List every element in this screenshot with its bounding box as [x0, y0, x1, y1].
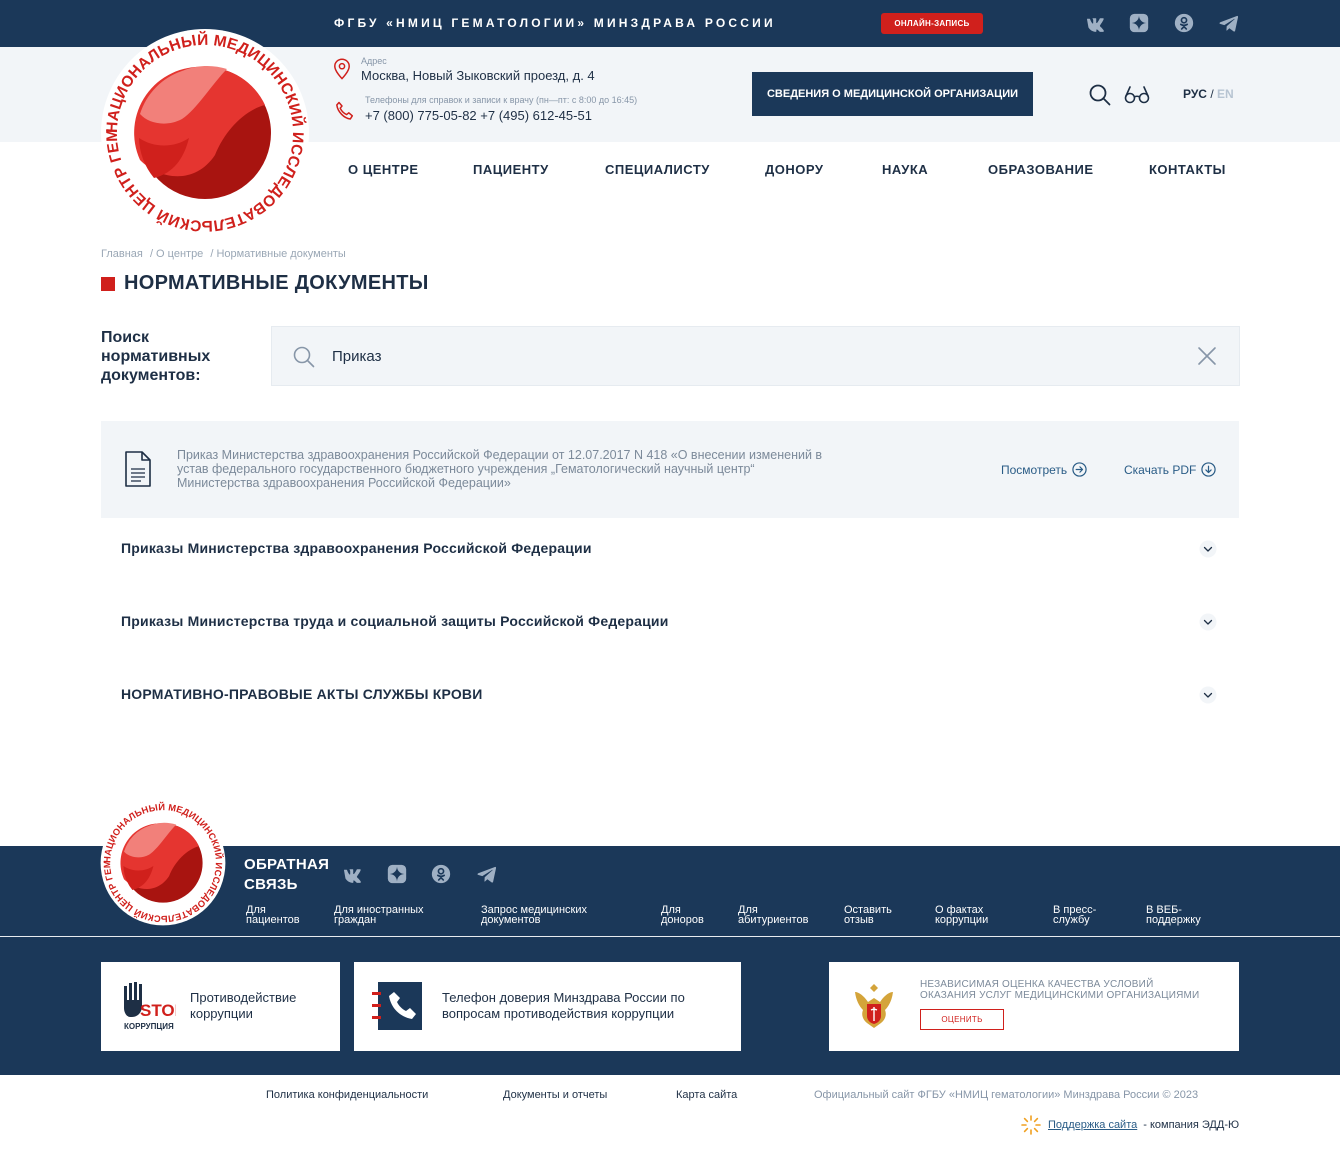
- sitemap-link[interactable]: Карта сайта: [676, 1089, 737, 1101]
- rate-button[interactable]: ОЦЕНИТЬ: [920, 1009, 1004, 1030]
- feedback-title: ОБРАТНАЯ СВЯЗЬ: [244, 855, 329, 895]
- org-name: ФГБУ «НМИЦ ГЕМАТОЛОГИИ» МИНЗДРАВА РОССИИ: [334, 16, 776, 30]
- odnoklassniki-icon[interactable]: [1173, 12, 1195, 34]
- vk-icon[interactable]: [341, 863, 363, 885]
- download-pdf-link[interactable]: Скачать PDF: [1124, 462, 1217, 477]
- download-label: Скачать PDF: [1124, 462, 1197, 477]
- chevron-down-icon: [1199, 613, 1217, 631]
- quality-rating-card: НЕЗАВИСИМАЯ ОЦЕНКА КАЧЕСТВА УСЛОВИЙ ОКАЗА…: [829, 962, 1239, 1051]
- accordion-label: Приказы Министерства труда и социальной …: [121, 613, 669, 629]
- dzen-icon[interactable]: [386, 863, 408, 885]
- hotline-card[interactable]: Телефон доверия Минздрава России по вопро…: [354, 962, 741, 1051]
- language-switcher: РУС / EN: [1183, 87, 1234, 101]
- nav-patient[interactable]: ПАЦИЕНТУ: [473, 162, 549, 177]
- footer-link-web-support[interactable]: В ВЕБ-поддержку: [1146, 905, 1201, 926]
- view-label: Посмотреть: [1001, 462, 1068, 477]
- title-marker: [101, 277, 115, 291]
- lang-en[interactable]: EN: [1217, 87, 1234, 101]
- privacy-policy-link[interactable]: Политика конфиденциальности: [266, 1089, 428, 1101]
- coat-of-arms-icon: [855, 984, 893, 1028]
- accordion-label: Приказы Министерства здравоохранения Рос…: [121, 540, 592, 556]
- chevron-down-icon: [1199, 540, 1217, 558]
- chevron-down-icon: [1199, 686, 1217, 704]
- footer-link-feedback[interactable]: Оставить отзыв: [844, 905, 892, 926]
- documents-reports-link[interactable]: Документы и отчеты: [503, 1089, 607, 1101]
- glasses-icon[interactable]: [1124, 85, 1150, 105]
- location-icon: [334, 58, 350, 80]
- site-logo[interactable]: НАЦИОНАЛЬНЫЙ МЕДИЦИНСКИЙ ИССЛЕДОВАТЕЛЬСК…: [100, 28, 310, 238]
- stop-logo-word: STOP: [140, 1001, 176, 1020]
- hotline-card-text: Телефон доверия Минздрава России по вопро…: [442, 990, 685, 1021]
- stop-logo-caption: КОРРУПЦИЯ: [124, 1022, 174, 1031]
- site-support-link[interactable]: Поддержка сайта: [1048, 1119, 1137, 1131]
- footer-link-corruption[interactable]: О фактах коррупции: [935, 905, 988, 926]
- arrow-down-circle-icon: [1201, 462, 1217, 477]
- feedback-title-line-2: СВЯЗЬ: [244, 876, 298, 893]
- document-result: Приказ Министерства здравоохранения Росс…: [101, 421, 1239, 518]
- search-input[interactable]: Приказ: [271, 326, 1240, 386]
- odnoklassniki-icon[interactable]: [430, 863, 452, 885]
- footer-link-foreigners[interactable]: Для иностранных граждан: [334, 905, 424, 926]
- breadcrumb-about[interactable]: / О центре: [150, 248, 203, 260]
- address-value: Москва, Новый Зыковский проезд, д. 4: [361, 68, 595, 83]
- accordion-blood-service-acts[interactable]: НОРМАТИВНО-ПРАВОВЫЕ АКТЫ СЛУЖБЫ КРОВИ: [101, 664, 1239, 737]
- search-input-value: Приказ: [332, 348, 382, 365]
- phone-label: Телефоны для справок и записи к врачу (п…: [365, 95, 638, 105]
- footer-link-press[interactable]: В пресс-службу: [1053, 905, 1096, 926]
- phone-value[interactable]: +7 (800) 775-05-82 +7 (495) 612-45-51: [365, 108, 592, 123]
- document-title[interactable]: Приказ Министерства здравоохранения Росс…: [177, 448, 837, 490]
- accordion-label: НОРМАТИВНО-ПРАВОВЫЕ АКТЫ СЛУЖБЫ КРОВИ: [121, 686, 483, 702]
- nav-contacts[interactable]: КОНТАКТЫ: [1149, 162, 1226, 177]
- search-icon: [293, 346, 315, 368]
- support-company: - компания ЭДД-Ю: [1143, 1119, 1240, 1131]
- telegram-icon[interactable]: [476, 863, 498, 885]
- nav-science[interactable]: НАУКА: [882, 162, 928, 177]
- breadcrumb: Главная / О центре / Нормативные докумен…: [101, 248, 350, 260]
- footer-logo[interactable]: НАЦИОНАЛЬНЫЙ МЕДИЦИНСКИЙ ИССЛЕДОВАТЕЛЬСК…: [100, 800, 226, 926]
- page-title: НОРМАТИВНЫЕ ДОКУМЕНТЫ: [124, 272, 429, 294]
- nav-about[interactable]: О ЦЕНТРЕ: [348, 162, 419, 177]
- accordion-mintrud-orders[interactable]: Приказы Министерства труда и социальной …: [101, 591, 1239, 664]
- footer-link-medical-docs[interactable]: Запрос медицинских документов: [481, 905, 587, 926]
- breadcrumb-home[interactable]: Главная: [101, 248, 143, 260]
- accordion-minzdrav-orders[interactable]: Приказы Министерства здравоохранения Рос…: [101, 518, 1239, 591]
- copyright: Официальный сайт ФГБУ «НМИЦ гематологии»…: [814, 1089, 1199, 1101]
- close-icon[interactable]: [1197, 346, 1217, 366]
- lang-ru[interactable]: РУС: [1183, 87, 1207, 101]
- address-label: Адрес: [361, 56, 387, 66]
- feedback-title-line-1: ОБРАТНАЯ: [244, 856, 330, 873]
- view-document-link[interactable]: Посмотреть: [1001, 462, 1087, 477]
- stop-corruption-logo: STOP КОРРУПЦИЯ: [124, 982, 176, 1031]
- arrow-right-circle-icon: [1072, 462, 1087, 477]
- site-support: Поддержка сайта - компания ЭДД-Ю: [1020, 1114, 1239, 1136]
- breadcrumb-current: / Нормативные документы: [210, 248, 346, 260]
- search-icon[interactable]: [1088, 83, 1112, 107]
- nav-specialist[interactable]: СПЕЦИАЛИСТУ: [605, 162, 710, 177]
- nav-donor[interactable]: ДОНОРУ: [765, 162, 823, 177]
- quality-rating-text: НЕЗАВИСИМАЯ ОЦЕНКА КАЧЕСТВА УСЛОВИЙ ОКАЗА…: [920, 979, 1200, 1001]
- phone-icon: [336, 101, 354, 120]
- anticorruption-card[interactable]: STOP КОРРУПЦИЯ Противодействиекоррупции: [101, 962, 340, 1051]
- nav-education[interactable]: ОБРАЗОВАНИЕ: [988, 162, 1094, 177]
- medical-org-info-button[interactable]: СВЕДЕНИЯ О МЕДИЦИНСКОЙ ОРГАНИЗАЦИИ: [752, 72, 1033, 116]
- footer-link-patients[interactable]: Для пациентов: [246, 905, 300, 926]
- telegram-icon[interactable]: [1218, 12, 1240, 34]
- search-label: Поиск нормативных документов:: [101, 329, 211, 384]
- footer-divider: [0, 936, 1340, 937]
- vk-icon[interactable]: [1084, 12, 1106, 34]
- anticorruption-card-text: Противодействие коррупции: [190, 990, 297, 1021]
- document-icon: [125, 451, 151, 487]
- online-booking-button[interactable]: ОНЛАЙН-ЗАПИСЬ: [881, 13, 983, 34]
- footer-link-donors[interactable]: Для доноров: [661, 905, 704, 926]
- dzen-icon[interactable]: [1128, 12, 1150, 34]
- lang-separator: /: [1210, 87, 1214, 101]
- footer-link-applicants[interactable]: Для абитуриентов: [738, 905, 808, 926]
- edd-logo-icon: [1021, 1115, 1041, 1135]
- phone-hotline-icon: [372, 982, 422, 1030]
